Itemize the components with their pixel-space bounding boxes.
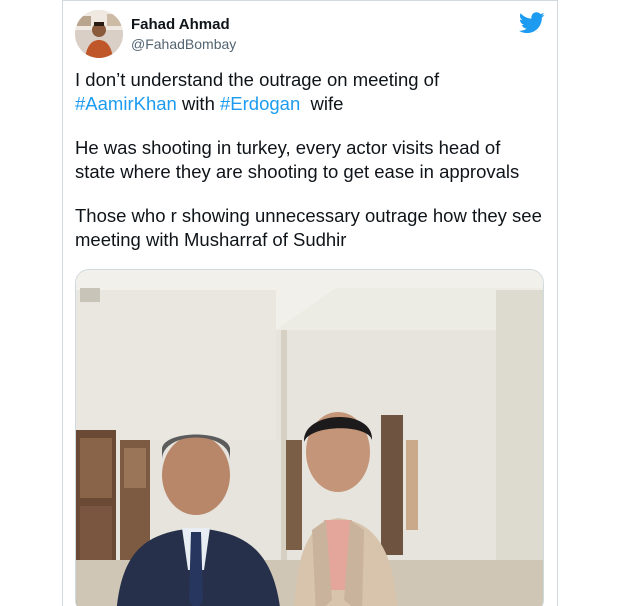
text-segment: I don’t understand the outrage on meetin…: [75, 69, 440, 90]
avatar-image: [75, 10, 123, 58]
tweet-paragraph-1: I don’t understand the outrage on meetin…: [75, 68, 545, 116]
photo: [76, 270, 543, 606]
text-segment: with: [176, 93, 220, 114]
hashtag-link[interactable]: #AamirKhan: [75, 93, 177, 114]
tweet-header: Fahad Ahmad @FahadBombay: [75, 10, 545, 58]
tweet-text: I don’t understand the outrage on meetin…: [75, 68, 545, 272]
tweet-paragraph-3: Those who r showing unnecessary outrage …: [75, 205, 542, 250]
text-segment: wife: [300, 93, 344, 114]
display-name[interactable]: Fahad Ahmad: [131, 16, 236, 34]
user-handle[interactable]: @FahadBombay: [131, 35, 236, 53]
tweet-card[interactable]: Fahad Ahmad @FahadBombay I don’t underst…: [62, 0, 558, 606]
tweet-photo[interactable]: [75, 269, 544, 606]
tweet-paragraph-2: He was shooting in turkey, every actor v…: [75, 137, 520, 182]
twitter-bird-icon[interactable]: [519, 12, 545, 34]
hashtag-link[interactable]: #Erdogan: [220, 93, 300, 114]
avatar[interactable]: [75, 10, 123, 58]
